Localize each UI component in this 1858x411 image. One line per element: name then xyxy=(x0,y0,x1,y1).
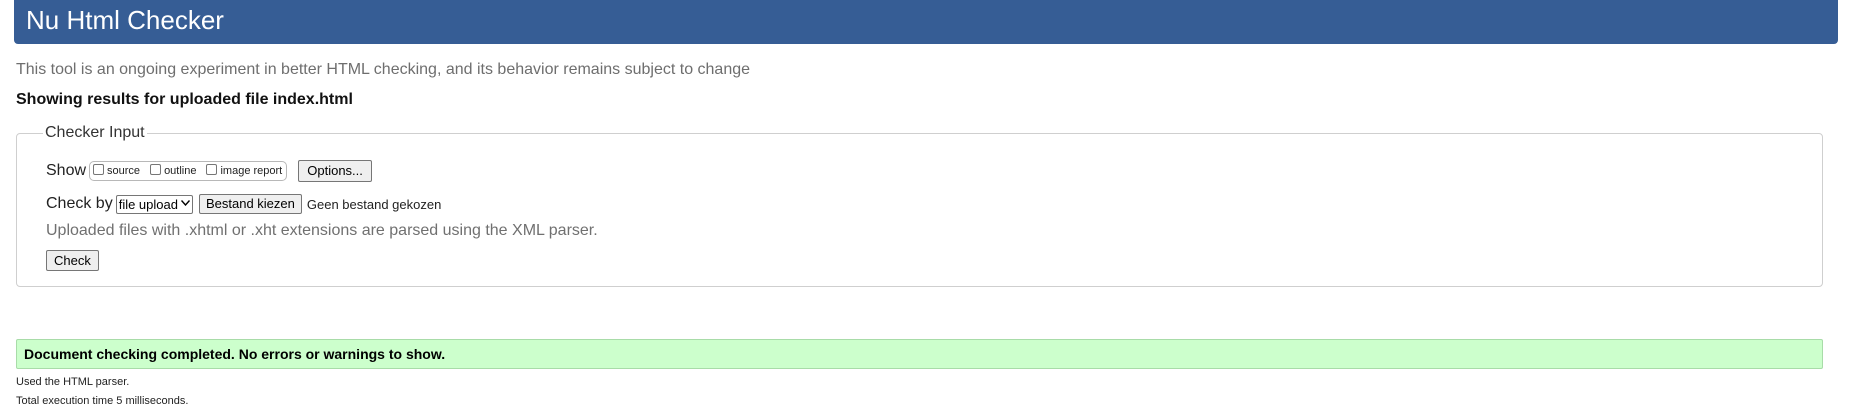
show-image-report-option[interactable]: image report xyxy=(206,163,283,177)
check-by-row: Check by file upload Bestand kiezen Geen… xyxy=(46,193,441,215)
check-by-select[interactable]: file upload xyxy=(115,194,193,214)
options-button[interactable]: Options... xyxy=(298,160,372,182)
show-options-group: source outline image report xyxy=(89,161,288,181)
check-button[interactable]: Check xyxy=(46,250,99,271)
page: Nu Html Checker This tool is an ongoing … xyxy=(0,0,1858,411)
chevron-down-icon xyxy=(180,199,191,209)
results-heading: Showing results for uploaded file index.… xyxy=(16,91,353,108)
execution-time: Total execution time 5 milliseconds. xyxy=(16,395,189,407)
no-file-chosen-text: Geen bestand gekozen xyxy=(306,196,442,212)
show-source-option[interactable]: source xyxy=(93,163,141,177)
source-checkbox[interactable] xyxy=(93,163,105,175)
parser-info: Used the HTML parser. xyxy=(16,376,130,388)
show-row: Show source outline image report Options… xyxy=(46,159,372,183)
show-outline-option[interactable]: outline xyxy=(150,163,197,177)
site-header: Nu Html Checker xyxy=(14,0,1838,44)
intro-text: This tool is an ongoing experiment in be… xyxy=(16,61,751,78)
image-report-checkbox[interactable] xyxy=(206,163,218,175)
outline-checkbox[interactable] xyxy=(150,163,162,175)
source-checkbox-label: source xyxy=(107,165,141,177)
xml-parser-note: Uploaded files with .xhtml or .xht exten… xyxy=(46,222,598,239)
check-by-selected-value: file upload xyxy=(118,196,178,212)
choose-file-button[interactable]: Bestand kiezen xyxy=(198,194,302,214)
check-by-label: Check by xyxy=(46,195,113,212)
show-label: Show xyxy=(46,162,87,179)
checker-input-legend: Checker Input xyxy=(45,124,145,141)
outline-checkbox-label: outline xyxy=(164,165,197,177)
success-message: Document checking completed. No errors o… xyxy=(16,339,1823,369)
page-title: Nu Html Checker xyxy=(26,5,224,35)
image-report-checkbox-label: image report xyxy=(220,165,283,177)
